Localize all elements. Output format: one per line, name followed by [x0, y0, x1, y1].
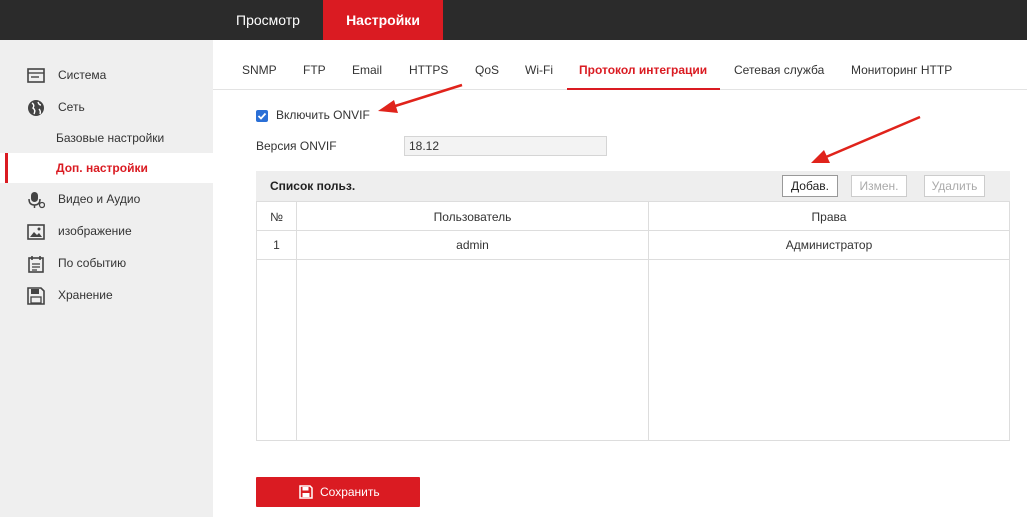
save-button-label: Сохранить [320, 485, 380, 499]
sidebar-item-label: По событию [58, 256, 127, 270]
row-divider [257, 230, 1009, 231]
cell-rights: Администратор [785, 238, 873, 252]
nav-settings[interactable]: Настройки [323, 0, 443, 40]
tab-https[interactable]: HTTPS [409, 63, 448, 77]
sidebar-item-label: Доп. настройки [56, 161, 148, 175]
sidebar-item-event[interactable]: По событию [0, 248, 213, 278]
tab-wifi[interactable]: Wi-Fi [525, 63, 553, 77]
floppy-icon [299, 485, 313, 502]
sidebar-item-label: Система [58, 68, 107, 82]
tab-email[interactable]: Email [352, 63, 382, 77]
user-list-header: Список польз. Добав. Измен. Удалить [256, 171, 1010, 201]
calendar-icon [27, 254, 45, 273]
globe-icon [27, 98, 45, 116]
save-button[interactable]: Сохранить [256, 477, 420, 507]
delete-user-button[interactable]: Удалить [924, 175, 985, 197]
tab-http-monitoring[interactable]: Мониторинг HTTP [851, 63, 952, 77]
sidebar-item-label: Базовые настройки [56, 131, 165, 145]
sidebar-item-network[interactable]: Сеть [0, 92, 213, 122]
sidebar-item-system[interactable]: Система [0, 60, 213, 90]
sidebar-item-label: Сеть [58, 100, 85, 114]
tab-snmp[interactable]: SNMP [242, 63, 277, 77]
microphone-icon [27, 190, 46, 209]
cell-user: admin [456, 238, 489, 252]
tab-integration-protocol[interactable]: Протокол интеграции [579, 63, 707, 77]
arrow-to-add-button [811, 115, 921, 163]
active-tab-underline [567, 88, 720, 90]
onvif-version-label: Версия ONVIF [256, 139, 337, 153]
settings-tabs: SNMP FTP Email HTTPS QoS Wi-Fi Протокол … [213, 40, 1027, 90]
active-indicator [5, 153, 8, 183]
tab-network-service[interactable]: Сетевая служба [734, 63, 824, 77]
monitor-icon [27, 66, 45, 84]
cell-num: 1 [273, 238, 280, 252]
header-rights: Права [811, 210, 847, 224]
edit-user-button[interactable]: Измен. [851, 175, 907, 197]
sidebar: Система Сеть Базовые настройки Доп. наст… [0, 40, 213, 517]
add-user-button[interactable]: Добав. [782, 175, 838, 197]
header-user: Пользователь [433, 210, 512, 224]
sidebar-item-label: Хранение [58, 288, 113, 302]
tab-ftp[interactable]: FTP [303, 63, 326, 77]
checkmark-icon [257, 112, 267, 120]
image-icon [27, 222, 45, 240]
sidebar-item-label: изображение [58, 224, 132, 238]
user-list-title: Список польз. [270, 179, 356, 193]
nav-view[interactable]: Просмотр [213, 0, 323, 40]
header-num: № [270, 210, 283, 224]
tab-qos[interactable]: QoS [475, 63, 499, 77]
floppy-icon [27, 286, 45, 305]
sidebar-item-label: Видео и Аудио [58, 192, 141, 206]
enable-onvif-label: Включить ONVIF [276, 108, 370, 122]
sidebar-item-video-audio[interactable]: Видео и Аудио [0, 184, 213, 214]
sidebar-item-advanced-settings[interactable]: Доп. настройки [0, 153, 213, 183]
user-table: № Пользователь Права 1 admin Администрат… [256, 201, 1010, 441]
enable-onvif-checkbox[interactable] [256, 110, 268, 122]
sidebar-item-basic-settings[interactable]: Базовые настройки [0, 123, 213, 153]
onvif-version-field [404, 136, 607, 156]
sidebar-item-storage[interactable]: Хранение [0, 280, 213, 310]
row-divider [257, 259, 1009, 260]
sidebar-item-image[interactable]: изображение [0, 216, 213, 246]
top-navigation-bar: Просмотр Настройки [0, 0, 1027, 40]
